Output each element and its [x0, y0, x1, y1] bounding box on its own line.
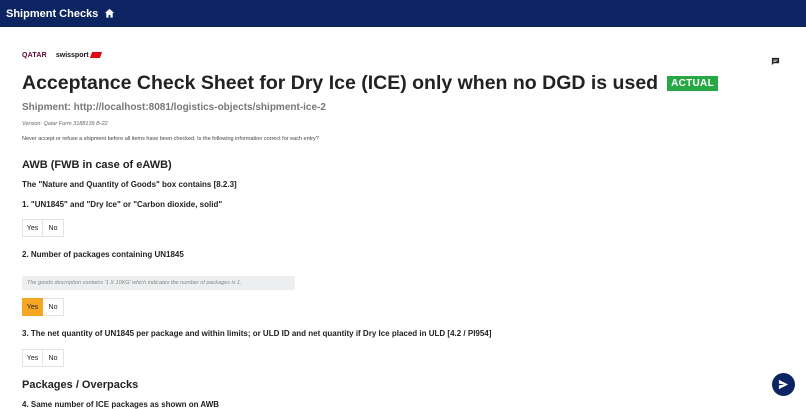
question-1-options: Yes No — [22, 219, 64, 237]
home-icon[interactable] — [104, 8, 115, 19]
shipment-url: Shipment: http://localhost:8081/logistic… — [22, 102, 326, 113]
question-1-label: 1. "UN1845" and "Dry Ice" or "Carbon dio… — [22, 200, 223, 209]
question-1-yes-button[interactable]: Yes — [22, 219, 43, 237]
swissport-logo-text: swissport — [55, 52, 89, 59]
question-1-no-button[interactable]: No — [43, 219, 64, 237]
instruction-note: Never accept or refuse a shipment before… — [22, 136, 319, 142]
page-title: Acceptance Check Sheet for Dry Ice (ICE)… — [22, 72, 718, 95]
status-badge: ACTUAL — [667, 76, 718, 91]
question-4-label: 4. Same number of ICE packages as shown … — [22, 400, 220, 409]
send-button[interactable] — [772, 373, 795, 396]
question-3-label: 3. The net quantity of UN1845 per packag… — [22, 329, 492, 338]
question-3-yes-button[interactable]: Yes — [22, 349, 43, 367]
question-2-hint: The goods description contains '1 X 10KG… — [22, 276, 295, 290]
section-packages-title: Packages / Overpacks — [22, 379, 139, 391]
section-awb-subtitle: The "Nature and Quantity of Goods" box c… — [22, 180, 237, 189]
question-3-options: Yes No — [22, 349, 64, 367]
question-3-no-button[interactable]: No — [43, 349, 64, 367]
swissport-mark-icon — [89, 52, 102, 59]
page-title-text: Acceptance Check Sheet for Dry Ice (ICE)… — [22, 72, 659, 94]
qatar-logo: QATAR — [22, 52, 47, 59]
question-2-options: Yes No — [22, 298, 64, 316]
form-version: Version: Qatar Form 3188139 B-22 — [22, 121, 108, 127]
question-2-yes-button[interactable]: Yes — [22, 298, 43, 316]
question-2-no-button[interactable]: No — [43, 298, 64, 316]
swissport-logo: swissport — [55, 52, 102, 59]
send-icon — [778, 379, 789, 390]
section-awb-title: AWB (FWB in case of eAWB) — [22, 159, 172, 171]
question-2-label: 2. Number of packages containing UN1845 — [22, 250, 184, 259]
airline-logos: QATAR swissport — [22, 52, 102, 59]
top-bar: Shipment Checks — [0, 0, 806, 27]
comment-icon[interactable] — [771, 53, 780, 66]
app-title: Shipment Checks — [6, 7, 99, 20]
